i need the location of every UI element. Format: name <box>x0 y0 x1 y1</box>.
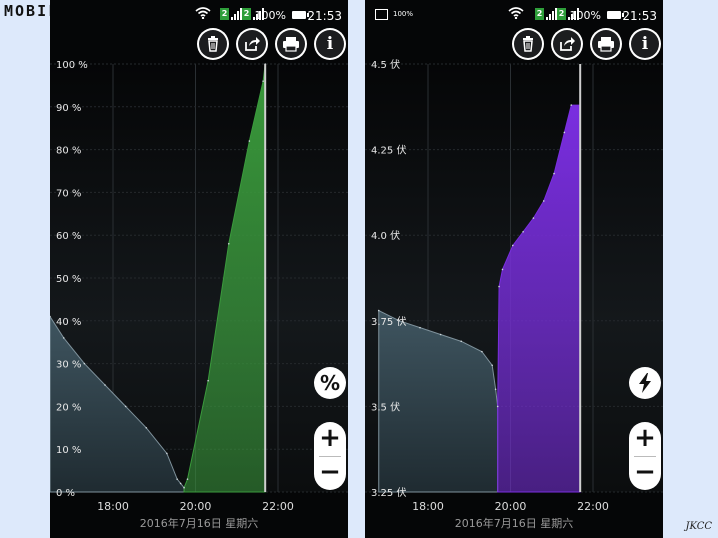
x-tick-label: 22:00 <box>262 500 294 513</box>
data-point <box>62 337 65 339</box>
data-point <box>563 131 566 134</box>
data-point <box>501 268 504 271</box>
signature: JKCC <box>685 521 712 532</box>
zoom-out-button[interactable]: − <box>314 456 346 490</box>
data-point <box>494 388 497 391</box>
data-point <box>207 379 209 382</box>
data-point <box>522 230 524 233</box>
y-tick-label: 60 % <box>56 231 81 242</box>
zoom-out-button[interactable]: − <box>629 456 661 490</box>
y-tick-label: 70 % <box>56 188 81 199</box>
data-point <box>227 242 230 245</box>
y-tick-label: 20 % <box>56 402 81 413</box>
data-point <box>104 384 106 386</box>
y-tick-label: 90 % <box>56 103 81 114</box>
voltage-chart: 4.5 伏 4.25 伏 4.0 伏 3.75 伏 3.5 伏 3.25 伏 18:00 20… <box>365 58 663 513</box>
data-point <box>166 452 168 455</box>
data-point <box>439 333 442 336</box>
data-point <box>542 200 545 202</box>
data-point <box>248 140 251 142</box>
percent-toggle-button[interactable]: % <box>314 367 346 399</box>
data-point <box>419 326 421 329</box>
data-point <box>124 405 127 408</box>
y-tick-label: 4.5 伏 <box>371 58 400 71</box>
data-point <box>262 80 264 82</box>
data-point <box>179 482 182 485</box>
data-point <box>512 244 514 247</box>
data-point <box>553 172 555 175</box>
data-point <box>481 350 483 353</box>
zoom-control: + − <box>314 422 346 490</box>
lightning-icon <box>639 373 651 393</box>
x-tick-label: 18:00 <box>412 500 444 513</box>
data-point <box>570 104 573 106</box>
data-point <box>460 340 463 343</box>
y-tick-label: 30 % <box>56 360 81 371</box>
phone-screen-battery-level: 2 2 100% 21:53 i 100 % 90 % 80 % 70 % 60… <box>50 0 348 538</box>
zoom-control: + − <box>629 422 661 490</box>
y-tick-label: 10 % <box>56 445 81 456</box>
y-tick-label: 40 % <box>56 317 81 328</box>
date-caption: 2016年7月16日 星期六 <box>454 517 574 530</box>
y-tick-label: 4.25 伏 <box>371 144 406 157</box>
y-tick-label: 4.0 伏 <box>371 229 400 242</box>
y-tick-label: 80 % <box>56 146 81 157</box>
data-point <box>176 478 178 480</box>
battery-level-chart: 100 % 90 % 80 % 70 % 60 % 50 % 40 % 30 % 20 % 10 … <box>50 60 348 513</box>
zoom-in-button[interactable]: + <box>629 422 661 456</box>
voltage-toggle-button[interactable] <box>629 367 661 399</box>
x-tick-label: 22:00 <box>577 500 609 513</box>
y-tick-label: 3.5 伏 <box>371 400 400 413</box>
y-tick-label: 3.75 伏 <box>371 315 406 328</box>
data-point <box>377 309 380 312</box>
y-tick-label: 100 % <box>56 60 88 71</box>
data-point <box>183 486 185 489</box>
data-point <box>186 478 189 480</box>
x-tick-label: 20:00 <box>180 500 212 513</box>
date-caption: 2016年7月16日 星期六 <box>139 517 259 530</box>
y-tick-label: 3.25 伏 <box>371 486 406 499</box>
data-point <box>496 405 499 408</box>
phone-screen-voltage: 100% 2 2 100% 21:53 i 4.5 伏 4.25 伏 4.0 伏… <box>365 0 663 538</box>
x-tick-label: 18:00 <box>97 500 129 513</box>
zoom-in-button[interactable]: + <box>314 422 346 456</box>
y-tick-label: 0 % <box>56 488 75 499</box>
data-point <box>491 364 493 367</box>
data-point <box>498 285 500 288</box>
x-tick-label: 20:00 <box>495 500 527 513</box>
y-tick-label: 50 % <box>56 274 81 285</box>
data-point <box>532 217 535 219</box>
data-point <box>83 362 86 365</box>
data-point <box>145 427 148 429</box>
